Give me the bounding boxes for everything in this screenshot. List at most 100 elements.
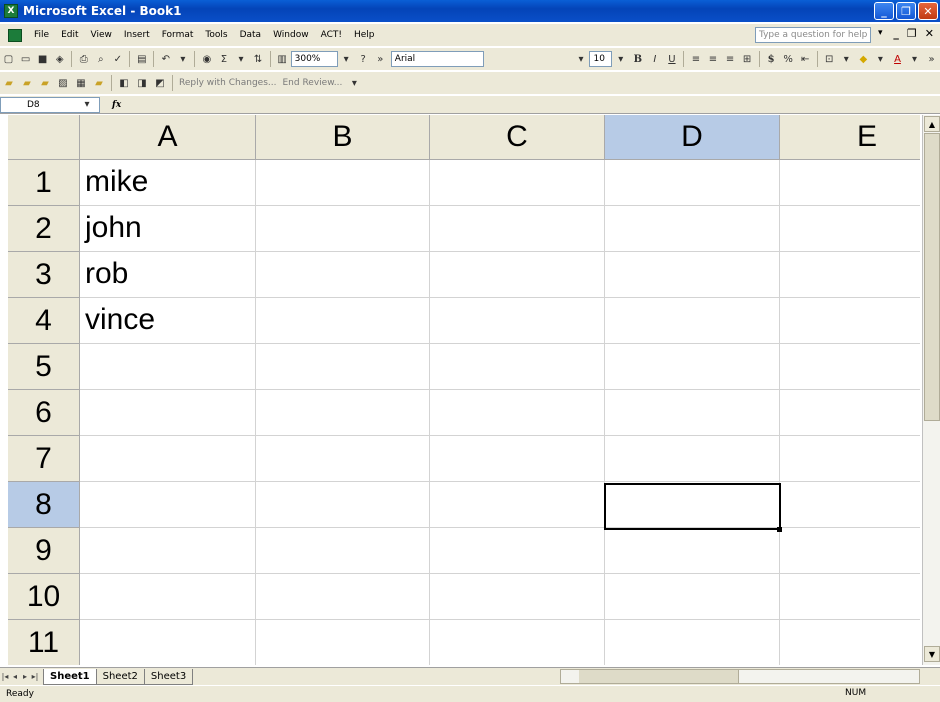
close-button[interactable]: ✕ — [918, 2, 938, 20]
cell-b6[interactable] — [256, 390, 430, 436]
doc-minimize-button[interactable]: _ — [893, 27, 899, 40]
cell-e1[interactable] — [780, 160, 920, 206]
cell-a2[interactable]: john — [80, 206, 256, 252]
minimize-button[interactable]: _ — [874, 2, 894, 20]
column-header-c[interactable]: C — [430, 115, 605, 160]
cell-b11[interactable] — [256, 620, 430, 665]
cell-c3[interactable] — [430, 252, 605, 298]
chevron-down-icon[interactable]: ▾ — [614, 52, 627, 66]
cell-b9[interactable] — [256, 528, 430, 574]
excel-app-icon[interactable]: X — [4, 4, 18, 18]
row-header-11[interactable]: 11 — [8, 620, 80, 665]
cell-c6[interactable] — [430, 390, 605, 436]
track-changes-icon[interactable]: ◨ — [135, 76, 149, 90]
toolbar-options-icon[interactable]: » — [925, 52, 938, 66]
cell-c8[interactable] — [430, 482, 605, 528]
cell-c4[interactable] — [430, 298, 605, 344]
help-icon[interactable]: ? — [357, 52, 370, 66]
print-preview-icon[interactable]: ⌕ — [94, 52, 107, 66]
menu-insert[interactable]: Insert — [118, 30, 156, 40]
row-header-3[interactable]: 3 — [8, 252, 80, 298]
row-header-4[interactable]: 4 — [8, 298, 80, 344]
cell-a1[interactable]: mike — [80, 160, 256, 206]
cell-e6[interactable] — [780, 390, 920, 436]
cell-d10[interactable] — [605, 574, 780, 620]
undo-icon[interactable]: ↶ — [159, 52, 172, 66]
folder-icon[interactable]: ▰ — [38, 76, 52, 90]
row-header-2[interactable]: 2 — [8, 206, 80, 252]
sheet-tab-sheet2[interactable]: Sheet2 — [95, 668, 145, 685]
chart-icon[interactable]: ▦ — [74, 76, 88, 90]
cell-c9[interactable] — [430, 528, 605, 574]
cell-d11[interactable] — [605, 620, 780, 665]
sort-ascending-icon[interactable]: ⇅ — [252, 52, 265, 66]
cell-b10[interactable] — [256, 574, 430, 620]
cell-d2[interactable] — [605, 206, 780, 252]
cell-a3[interactable]: rob — [80, 252, 256, 298]
autosum-icon[interactable]: Σ — [217, 52, 230, 66]
folder-icon[interactable]: ▰ — [92, 76, 106, 90]
select-all-corner[interactable] — [8, 115, 80, 160]
cell-e10[interactable] — [780, 574, 920, 620]
row-header-9[interactable]: 9 — [8, 528, 80, 574]
horizontal-scrollbar[interactable] — [560, 669, 920, 684]
chevron-down-icon[interactable]: ▾ — [176, 52, 189, 66]
chart-wizard-icon[interactable]: ▥ — [276, 52, 289, 66]
open-icon[interactable]: ▭ — [19, 52, 32, 66]
bold-button[interactable]: B — [631, 52, 644, 66]
italic-button[interactable]: I — [648, 52, 661, 66]
previous-sheet-icon[interactable]: ◂ — [10, 672, 20, 681]
cell-a10[interactable] — [80, 574, 256, 620]
chevron-down-icon[interactable]: ▾ — [908, 52, 921, 66]
decrease-indent-icon[interactable]: ⇤ — [799, 52, 812, 66]
cell-a11[interactable] — [80, 620, 256, 665]
cell-b4[interactable] — [256, 298, 430, 344]
chevron-down-icon[interactable]: ▾ — [80, 98, 94, 112]
cell-c5[interactable] — [430, 344, 605, 390]
cell-e9[interactable] — [780, 528, 920, 574]
reply-with-changes-button[interactable]: Reply with Changes... — [176, 78, 279, 88]
cell-d1[interactable] — [605, 160, 780, 206]
insert-function-button[interactable]: fx — [112, 100, 121, 110]
menu-view[interactable]: View — [85, 30, 118, 40]
menu-window[interactable]: Window — [267, 30, 315, 40]
worksheet-grid[interactable]: A B C D E 1 2 3 4 5 6 7 8 9 10 11 mike j… — [8, 115, 920, 665]
cell-b8[interactable] — [256, 482, 430, 528]
font-size-select[interactable]: 10 — [589, 51, 613, 67]
restore-button[interactable]: ❐ — [896, 2, 916, 20]
menu-edit[interactable]: Edit — [55, 30, 84, 40]
protect-icon[interactable]: ◩ — [153, 76, 167, 90]
zoom-select[interactable]: 300% — [290, 51, 338, 67]
menu-help[interactable]: Help — [348, 30, 381, 40]
cell-b7[interactable] — [256, 436, 430, 482]
cell-b5[interactable] — [256, 344, 430, 390]
align-left-icon[interactable]: ≡ — [689, 52, 702, 66]
fill-color-icon[interactable]: ◆ — [857, 52, 870, 66]
cell-b3[interactable] — [256, 252, 430, 298]
underline-button[interactable]: U — [665, 52, 678, 66]
toolbar-options-icon[interactable]: » — [374, 52, 387, 66]
font-name-select[interactable]: Arial — [390, 51, 485, 67]
row-header-10[interactable]: 10 — [8, 574, 80, 620]
folder-icon[interactable]: ▰ — [20, 76, 34, 90]
cell-e2[interactable] — [780, 206, 920, 252]
new-icon[interactable]: ▢ — [2, 52, 15, 66]
cell-a4[interactable]: vince — [80, 298, 256, 344]
row-header-1[interactable]: 1 — [8, 160, 80, 206]
cell-a7[interactable] — [80, 436, 256, 482]
cell-a9[interactable] — [80, 528, 256, 574]
chevron-down-icon[interactable]: ▾ — [574, 52, 587, 66]
percent-button[interactable]: % — [782, 52, 795, 66]
cell-e7[interactable] — [780, 436, 920, 482]
currency-button[interactable]: $ — [765, 52, 778, 66]
merge-center-icon[interactable]: ⊞ — [741, 52, 754, 66]
row-header-8[interactable]: 8 — [8, 482, 80, 528]
cell-d7[interactable] — [605, 436, 780, 482]
workbook-icon[interactable] — [8, 28, 22, 42]
vertical-scrollbar[interactable]: ▲ ▼ — [922, 115, 940, 665]
spelling-icon[interactable]: ✓ — [111, 52, 124, 66]
doc-close-button[interactable]: ✕ — [925, 27, 934, 40]
chevron-down-icon[interactable]: ▾ — [840, 52, 853, 66]
save-icon[interactable]: ■ — [36, 52, 49, 66]
permission-icon[interactable]: ◈ — [53, 52, 66, 66]
